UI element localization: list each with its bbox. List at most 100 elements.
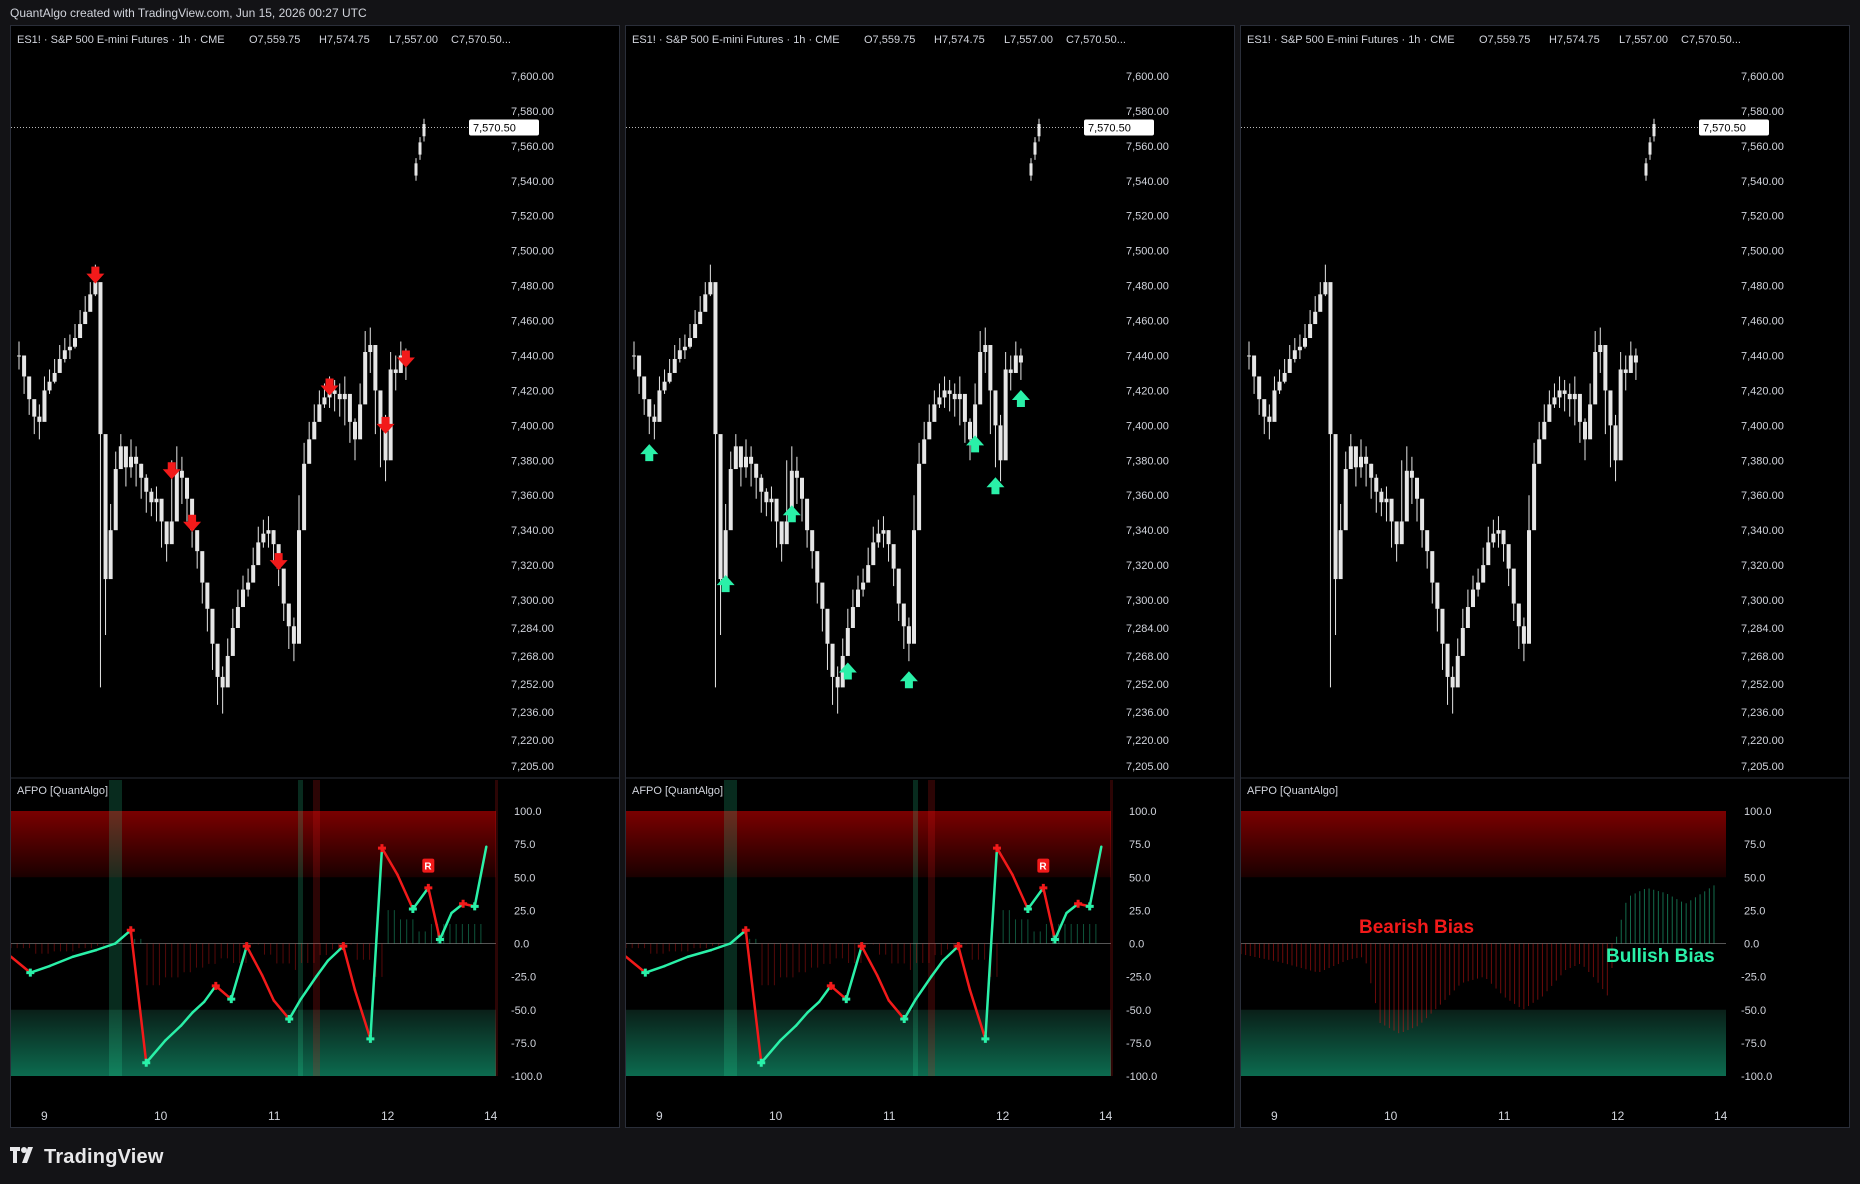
panel-bullish-signals[interactable]: ES1! · S&P 500 E-mini Futures · 1h · CME…: [625, 25, 1235, 1128]
candle-body: [1008, 369, 1013, 373]
candle-body: [1496, 530, 1501, 534]
candle-body: [291, 626, 296, 644]
candle-body: [1521, 626, 1526, 644]
candle-body: [1440, 608, 1445, 644]
candle-body: [672, 358, 677, 373]
price-tick-label: 7,480.00: [1126, 281, 1169, 293]
candle-body: [418, 142, 422, 155]
osc-tick-label: 50.0: [1129, 872, 1150, 884]
candle-body: [363, 352, 368, 405]
candle-body: [876, 533, 881, 543]
candle-body: [1445, 643, 1450, 677]
osc-tick-label: 75.0: [1129, 839, 1150, 851]
candle-body: [113, 469, 118, 531]
ohlc-close: C7,570.50...: [1681, 34, 1741, 46]
candle-body: [1527, 530, 1531, 644]
candle-body: [912, 530, 916, 644]
price-tick-label: 7,420.00: [1741, 385, 1784, 397]
oscillator-line: [245, 944, 264, 977]
candle-body: [1037, 124, 1041, 137]
osc-tick-label: 50.0: [1744, 872, 1765, 884]
candle-body: [230, 628, 235, 656]
candle-body: [1481, 565, 1486, 583]
price-tick-label: 7,300.00: [511, 595, 554, 607]
candle-body: [723, 530, 728, 580]
candle-body: [1323, 282, 1328, 295]
oscillator-axis: 100.0 75.0 50.0 25.0 0.0 -25.0 -50.0 -75.0 -100.…: [1741, 806, 1772, 1083]
chart-panels: ES1! · S&P 500 E-mini Futures · 1h · CME…: [0, 0, 1860, 1184]
candle-body: [388, 369, 393, 461]
price-tick-label: 7,400.00: [511, 420, 554, 432]
candle-body: [1262, 399, 1267, 417]
candle-body: [281, 568, 286, 604]
price-tick-label: 7,540.00: [1741, 176, 1784, 188]
price-tick-label: 7,560.00: [1741, 141, 1784, 153]
candle-body: [815, 551, 820, 583]
candle-body: [108, 530, 113, 580]
price-tick-label: 7,284.00: [1126, 623, 1169, 635]
ohlc-high: H7,574.75: [319, 34, 370, 46]
oscillator-line: [686, 948, 713, 958]
candle-body: [800, 477, 804, 499]
price-tick-label: 7,300.00: [1126, 595, 1169, 607]
price-tick-label: 7,340.00: [1126, 525, 1169, 537]
candle-body: [1415, 477, 1419, 499]
price-tick-label: 7,580.00: [1126, 106, 1169, 118]
candle-body: [677, 350, 682, 359]
price-legend: ES1! · S&P 500 E-mini Futures · 1h · CME…: [1247, 34, 1741, 46]
time-tick-label: 10: [1384, 1109, 1398, 1123]
candle-body: [1272, 390, 1277, 422]
price-tick-label: 7,500.00: [1126, 246, 1169, 258]
candle-body: [891, 544, 896, 569]
ohlc-high: H7,574.75: [1549, 34, 1600, 46]
osc-tick-label: -100.0: [1741, 1071, 1772, 1083]
time-tick-label: 10: [769, 1109, 783, 1123]
price-axis: 7,600.00 7,580.00 7,560.00 7,540.00 7,520.00…: [1741, 71, 1784, 773]
bull-signal-arrow: [640, 444, 659, 462]
osc-tick-label: 0.0: [1744, 939, 1759, 951]
candle-body: [179, 470, 184, 478]
ohlc-open: O7,559.75: [249, 34, 300, 46]
footer: TradingView: [10, 1144, 164, 1170]
candle-body: [1542, 421, 1547, 440]
price-tick-label: 7,440.00: [511, 350, 554, 362]
bull-signal-arrow: [986, 477, 1005, 495]
candle-body: [174, 470, 179, 522]
bullish-bias-label: Bullish Bias: [1606, 946, 1715, 967]
osc-tick-label: -100.0: [1126, 1071, 1157, 1083]
chart-svg: ES1! · S&P 500 E-mini Futures · 1h · CME…: [626, 34, 1234, 1123]
candle-body: [1282, 372, 1287, 382]
candle-body: [347, 393, 352, 422]
candle-body: [1308, 324, 1313, 339]
oscillator-line: [411, 886, 430, 911]
panel-bias[interactable]: ES1! · S&P 500 E-mini Futures · 1h · CME…: [1240, 25, 1850, 1128]
candle-body: [337, 393, 342, 400]
candle-body: [886, 530, 891, 545]
time-tick-label: 12: [1611, 1109, 1625, 1123]
symbol-legend: ES1! · S&P 500 E-mini Futures · 1h · CME: [1247, 34, 1455, 46]
candle-body: [632, 355, 636, 357]
panel-bearish-signals[interactable]: ES1! · S&P 500 E-mini Futures · 1h · CME…: [10, 25, 620, 1128]
candle-body: [998, 425, 1003, 461]
candle-body: [652, 416, 657, 422]
candle-body: [98, 282, 103, 435]
candle-body: [22, 355, 27, 377]
candle-body: [210, 608, 215, 644]
candle-body: [1348, 446, 1353, 470]
overbought-zone: [1241, 811, 1726, 878]
oscillator-line: [860, 944, 879, 977]
price-tick-label: 7,600.00: [511, 71, 554, 83]
candle-body: [861, 582, 866, 590]
candle-body: [67, 346, 72, 351]
candle-body: [312, 421, 317, 440]
candle-body: [393, 369, 398, 373]
oscillator-line: [396, 873, 415, 911]
candle-body: [774, 498, 779, 522]
candle-body: [759, 477, 764, 492]
price-tick-label: 7,268.00: [1126, 651, 1169, 663]
osc-tick-label: 50.0: [514, 872, 535, 884]
candle-body: [749, 456, 754, 464]
price-tick-label: 7,220.00: [511, 735, 554, 747]
candle-body: [205, 582, 210, 609]
candle-body: [1394, 521, 1399, 545]
